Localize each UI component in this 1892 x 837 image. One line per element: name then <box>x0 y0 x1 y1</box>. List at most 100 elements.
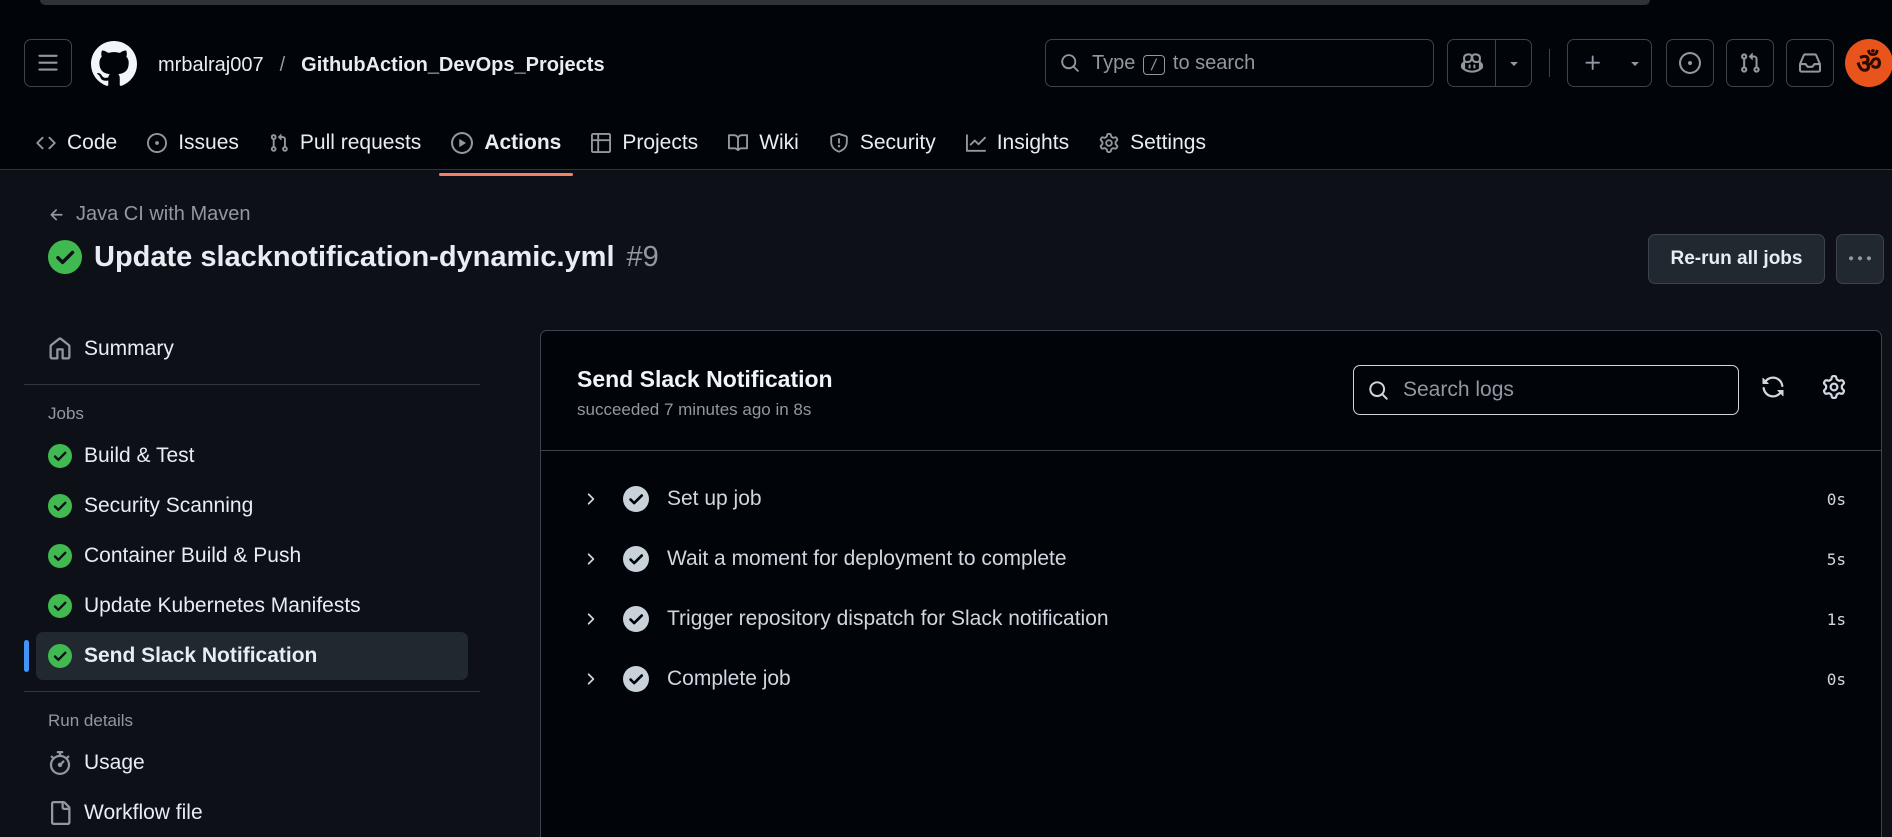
copilot-button-group <box>1447 39 1532 87</box>
repo-name-link[interactable]: GithubAction_DevOps_Projects <box>301 54 604 77</box>
check-circle-icon <box>623 606 649 632</box>
tab-pull-requests[interactable]: Pull requests <box>257 120 433 166</box>
sidebar-item-label: Usage <box>84 751 145 774</box>
job-status-line: succeeded 7 minutes ago in 8s <box>577 400 812 419</box>
search-placeholder: Type / to search <box>1092 51 1256 75</box>
slash-key-hint: / <box>1142 54 1166 75</box>
sidebar-item-label: Container Build & Push <box>84 544 302 567</box>
inbox-button[interactable] <box>1786 39 1834 87</box>
tab-projects[interactable]: Projects <box>579 120 710 166</box>
tab-label: Security <box>859 131 936 154</box>
book-icon <box>728 134 749 152</box>
chevron-right-icon[interactable] <box>581 550 599 568</box>
issue-opened-icon <box>1679 52 1701 74</box>
jobs-heading: Jobs <box>48 404 84 423</box>
log-step[interactable]: Complete job 0s <box>541 649 1881 709</box>
app-header: mrbalraj007 / GithubAction_DevOps_Projec… <box>0 15 1892 176</box>
run-sidebar: Summary Jobs Build & Test Security Scann… <box>24 325 480 837</box>
global-search-input[interactable]: Type / to search <box>1045 39 1434 87</box>
menu-button[interactable] <box>24 39 72 87</box>
search-icon <box>1369 380 1388 400</box>
sidebar-item-container-build[interactable]: Container Build & Push <box>24 532 480 580</box>
tab-code[interactable]: Code <box>24 120 129 166</box>
plus-dropdown-segment[interactable] <box>1618 40 1651 86</box>
log-step[interactable]: Set up job 0s <box>541 469 1881 529</box>
back-to-workflow-link[interactable]: Java CI with Maven <box>48 203 251 226</box>
plus-segment[interactable] <box>1568 40 1618 86</box>
chevron-right-icon[interactable] <box>581 610 599 628</box>
step-duration: 5s <box>1826 549 1846 569</box>
home-icon <box>49 337 71 360</box>
step-duration: 1s <box>1826 609 1846 629</box>
copilot-button[interactable] <box>1448 40 1495 86</box>
more-options-button[interactable] <box>1836 234 1884 284</box>
sidebar-item-label: Summary <box>84 337 174 360</box>
refresh-button[interactable] <box>1761 375 1785 399</box>
check-circle-fill-icon <box>48 494 72 518</box>
browser-scrollbar[interactable] <box>40 0 1650 5</box>
check-circle-fill-icon <box>48 644 72 668</box>
tab-issues[interactable]: Issues <box>135 120 251 166</box>
step-name: Wait a moment for deployment to complete <box>667 547 1067 570</box>
rerun-all-jobs-button[interactable]: Re-run all jobs <box>1648 234 1825 284</box>
step-name: Set up job <box>667 487 762 510</box>
issue-icon <box>147 133 168 153</box>
sidebar-item-build-test[interactable]: Build & Test <box>24 432 480 480</box>
pull-requests-button[interactable] <box>1726 39 1774 87</box>
tab-insights[interactable]: Insights <box>954 120 1081 166</box>
check-circle-fill-icon <box>48 594 72 618</box>
search-logs-placeholder: Search logs <box>1403 378 1514 401</box>
tab-settings[interactable]: Settings <box>1087 120 1218 166</box>
sidebar-item-send-slack[interactable]: Send Slack Notification <box>24 632 468 680</box>
copilot-dropdown-button[interactable] <box>1495 40 1531 86</box>
file-icon <box>51 801 71 825</box>
graph-icon <box>965 134 986 152</box>
pull-request-icon <box>270 133 288 152</box>
log-step[interactable]: Wait a moment for deployment to complete… <box>541 529 1881 589</box>
check-circle-fill-icon <box>48 240 82 274</box>
repo-nav: Code Issues Pull requests Actions Projec… <box>24 120 1224 176</box>
log-settings-button[interactable] <box>1822 375 1846 399</box>
tab-actions[interactable]: Actions <box>439 120 574 176</box>
code-icon <box>36 136 56 150</box>
sidebar-item-label: Security Scanning <box>84 494 254 517</box>
sidebar-item-summary[interactable]: Summary <box>24 325 480 373</box>
shield-icon <box>830 133 848 153</box>
sidebar-item-label: Workflow file <box>84 801 203 824</box>
sidebar-item-update-manifests[interactable]: Update Kubernetes Manifests <box>24 582 480 630</box>
issues-button[interactable] <box>1666 39 1714 87</box>
sync-icon <box>1762 376 1784 398</box>
run-number: #9 <box>626 240 659 273</box>
sidebar-item-workflow-file[interactable]: Workflow file <box>24 789 480 837</box>
breadcrumb: mrbalraj007 / GithubAction_DevOps_Projec… <box>158 51 605 79</box>
header-divider <box>1549 49 1550 77</box>
run-details-heading: Run details <box>48 711 134 730</box>
inbox-icon <box>1799 53 1821 73</box>
chevron-right-icon[interactable] <box>581 670 599 688</box>
user-avatar[interactable]: ॐ <box>1845 39 1892 87</box>
check-circle-icon <box>623 666 649 692</box>
play-icon <box>451 132 474 154</box>
repo-owner-link[interactable]: mrbalraj007 <box>158 54 264 77</box>
log-step[interactable]: Trigger repository dispatch for Slack no… <box>541 589 1881 649</box>
tab-security[interactable]: Security <box>817 120 948 166</box>
step-duration: 0s <box>1826 489 1846 509</box>
step-duration: 0s <box>1826 669 1846 689</box>
browser-top-strip <box>0 0 1892 15</box>
triangle-down-icon <box>1509 62 1518 66</box>
search-logs-input[interactable]: Search logs <box>1353 365 1739 415</box>
plus-icon <box>1585 55 1600 70</box>
table-icon <box>591 133 612 153</box>
chevron-right-icon[interactable] <box>581 490 599 508</box>
hamburger-icon <box>38 54 58 71</box>
sidebar-item-security-scanning[interactable]: Security Scanning <box>24 482 480 530</box>
gear-icon <box>1099 133 1119 153</box>
kebab-horizontal-icon <box>1849 256 1871 261</box>
tab-wiki[interactable]: Wiki <box>716 120 811 166</box>
page-title: Update slacknotification-dynamic.yml #9 <box>48 240 659 274</box>
github-logo-icon[interactable] <box>91 41 137 87</box>
step-name: Trigger repository dispatch for Slack no… <box>667 607 1109 630</box>
sidebar-item-usage[interactable]: Usage <box>24 739 480 787</box>
create-new-button[interactable] <box>1567 39 1652 87</box>
copilot-icon <box>1460 53 1483 73</box>
